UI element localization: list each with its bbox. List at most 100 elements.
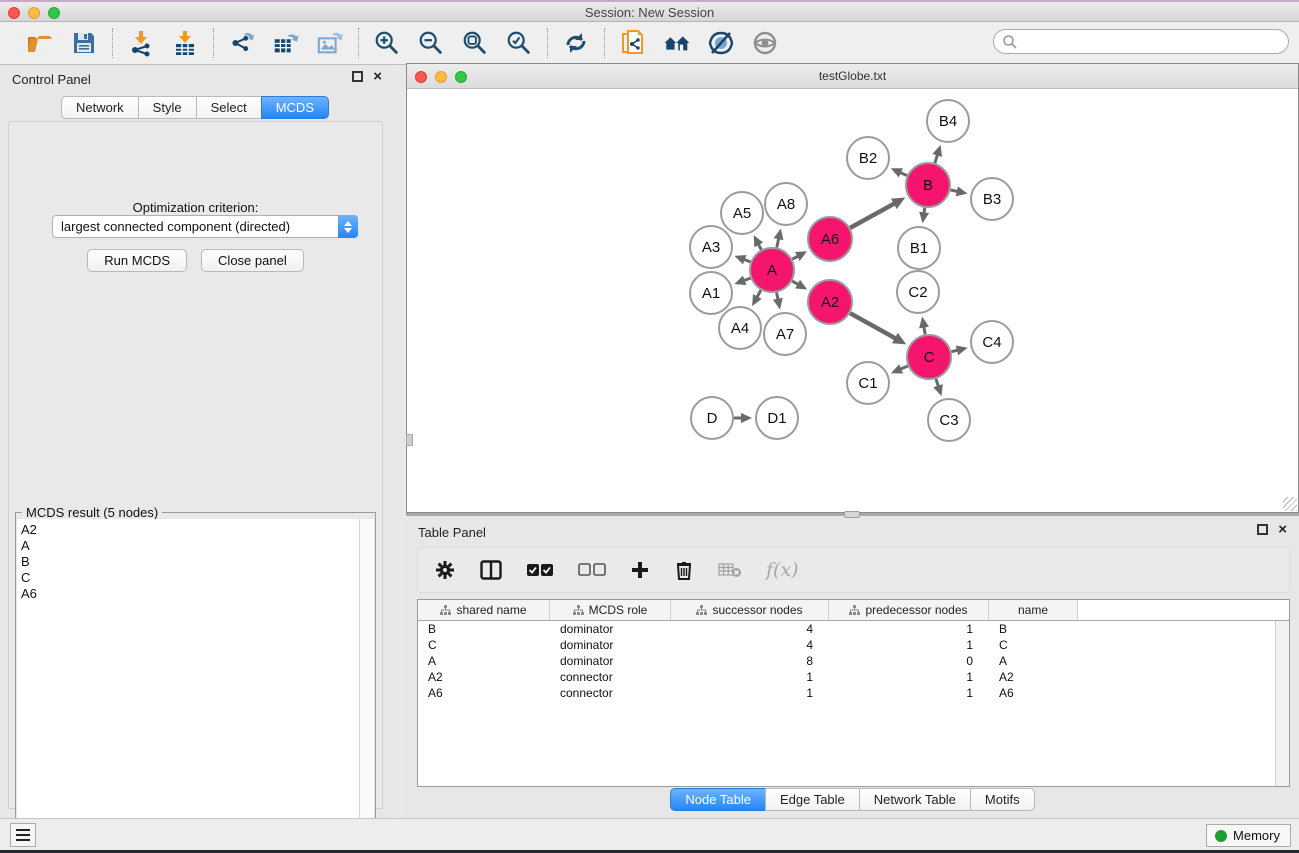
table-row[interactable]: A6connector11A6 xyxy=(418,685,1275,701)
table-cell[interactable]: B xyxy=(989,622,1078,636)
result-item[interactable]: A6 xyxy=(21,586,360,602)
export-image-icon[interactable] xyxy=(316,29,344,57)
graph-edge[interactable] xyxy=(850,313,897,339)
table-cell[interactable]: 1 xyxy=(829,638,989,652)
table-scrollbar[interactable] xyxy=(1275,621,1289,786)
memory-label: Memory xyxy=(1233,828,1280,843)
table-cell[interactable]: 1 xyxy=(829,670,989,684)
criterion-dropdown[interactable]: largest connected component (directed) xyxy=(52,215,358,238)
function-builder-icon[interactable]: f(x) xyxy=(766,559,799,581)
toggle-column-panel-icon[interactable] xyxy=(480,560,502,580)
save-session-icon[interactable] xyxy=(70,29,98,57)
zoom-out-icon[interactable] xyxy=(417,29,445,57)
table-cell[interactable]: A6 xyxy=(418,686,550,700)
zoom-in-icon[interactable] xyxy=(373,29,401,57)
result-item[interactable]: A2 xyxy=(21,522,360,538)
select-all-columns-icon[interactable] xyxy=(526,563,554,577)
graph-edge[interactable] xyxy=(850,203,895,228)
close-panel-icon[interactable]: × xyxy=(373,71,382,82)
tab-node-table[interactable]: Node Table xyxy=(670,788,765,811)
table-cell[interactable]: connector xyxy=(550,670,671,684)
apply-layout-icon[interactable] xyxy=(562,29,590,57)
float-panel-icon[interactable] xyxy=(352,71,363,82)
run-mcds-button[interactable]: Run MCDS xyxy=(87,249,187,272)
panel-divider-handle[interactable] xyxy=(406,434,413,446)
column-header-shared-name[interactable]: shared name xyxy=(418,600,550,620)
tab-network[interactable]: Network xyxy=(61,96,138,119)
memory-button[interactable]: Memory xyxy=(1206,824,1291,847)
birds-eye-view-icon[interactable] xyxy=(751,29,779,57)
table-cell[interactable]: 1 xyxy=(671,670,829,684)
mcds-result-list[interactable]: A2ABCA6 xyxy=(17,519,360,853)
column-header-MCDS-role[interactable]: MCDS role xyxy=(550,600,671,620)
optimization-criterion-label: Optimization criterion: xyxy=(9,200,382,215)
zoom-fit-icon[interactable] xyxy=(461,29,489,57)
table-cell[interactable]: A6 xyxy=(989,686,1078,700)
control-panel-body: Optimization criterion: largest connecte… xyxy=(8,121,383,809)
first-neighbors-icon[interactable] xyxy=(663,29,691,57)
export-network-icon[interactable] xyxy=(228,29,256,57)
table-cell[interactable]: dominator xyxy=(550,654,671,668)
result-item[interactable]: B xyxy=(21,554,360,570)
node-label: A8 xyxy=(777,196,795,213)
delete-table-icon[interactable] xyxy=(718,562,742,578)
result-scrollbar[interactable] xyxy=(359,519,374,853)
table-cell[interactable]: B xyxy=(418,622,550,636)
result-item[interactable]: A xyxy=(21,538,360,554)
tab-edge-table[interactable]: Edge Table xyxy=(765,788,859,811)
tab-style[interactable]: Style xyxy=(138,96,196,119)
table-cell[interactable]: dominator xyxy=(550,622,671,636)
open-file-icon[interactable] xyxy=(26,29,54,57)
search-input[interactable] xyxy=(993,29,1289,54)
edge-arrowhead xyxy=(956,186,968,196)
table-row[interactable]: Cdominator41C xyxy=(418,637,1275,653)
table-cell[interactable]: A xyxy=(989,654,1078,668)
table-cell[interactable]: C xyxy=(418,638,550,652)
table-row[interactable]: Bdominator41B xyxy=(418,621,1275,637)
import-table-icon[interactable] xyxy=(171,29,199,57)
tab-network-table[interactable]: Network Table xyxy=(859,788,970,811)
import-network-icon[interactable] xyxy=(127,29,155,57)
close-panel-button[interactable]: Close panel xyxy=(201,249,304,272)
delete-column-icon[interactable] xyxy=(674,559,694,581)
column-type-icon xyxy=(696,605,707,616)
network-canvas[interactable]: B4B2BB3A8A5A6A3B1AA1C2A2A4A7C4CC1C3DD1 xyxy=(407,89,1298,512)
tab-select[interactable]: Select xyxy=(196,96,261,119)
node-label: A6 xyxy=(821,231,839,248)
result-item[interactable]: C xyxy=(21,570,360,586)
node-label: D xyxy=(707,410,718,427)
zoom-selected-icon[interactable] xyxy=(505,29,533,57)
show-hide-graphics-details-icon[interactable] xyxy=(707,29,735,57)
table-cell[interactable]: 4 xyxy=(671,622,829,636)
table-cell[interactable]: A xyxy=(418,654,550,668)
column-header-successor-nodes[interactable]: successor nodes xyxy=(671,600,829,620)
tab-motifs[interactable]: Motifs xyxy=(970,788,1035,811)
table-cell[interactable]: A2 xyxy=(418,670,550,684)
deselect-all-columns-icon[interactable] xyxy=(578,563,606,577)
table-cell[interactable]: connector xyxy=(550,686,671,700)
divider-handle[interactable] xyxy=(844,511,860,518)
horizontal-divider[interactable] xyxy=(406,513,1299,516)
table-cell[interactable]: 8 xyxy=(671,654,829,668)
float-table-panel-icon[interactable] xyxy=(1257,524,1268,535)
column-header-name[interactable]: name xyxy=(989,600,1078,620)
table-cell[interactable]: 1 xyxy=(829,622,989,636)
table-cell[interactable]: 0 xyxy=(829,654,989,668)
table-cell[interactable]: C xyxy=(989,638,1078,652)
table-row[interactable]: A2connector11A2 xyxy=(418,669,1275,685)
task-history-button[interactable] xyxy=(10,823,36,847)
table-cell[interactable]: 1 xyxy=(671,686,829,700)
new-network-from-selection-icon[interactable] xyxy=(619,29,647,57)
table-cell[interactable]: 4 xyxy=(671,638,829,652)
tab-mcds[interactable]: MCDS xyxy=(261,96,329,119)
table-row[interactable]: Adominator80A xyxy=(418,653,1275,669)
add-column-icon[interactable] xyxy=(630,560,650,580)
table-cell[interactable]: 1 xyxy=(829,686,989,700)
table-cell[interactable]: A2 xyxy=(989,670,1078,684)
resize-grip-icon[interactable] xyxy=(1283,497,1297,511)
close-table-panel-icon[interactable]: × xyxy=(1278,524,1287,535)
export-table-icon[interactable] xyxy=(272,29,300,57)
table-cell[interactable]: dominator xyxy=(550,638,671,652)
column-header-predecessor-nodes[interactable]: predecessor nodes xyxy=(829,600,989,620)
table-settings-gear-icon[interactable] xyxy=(434,559,456,581)
